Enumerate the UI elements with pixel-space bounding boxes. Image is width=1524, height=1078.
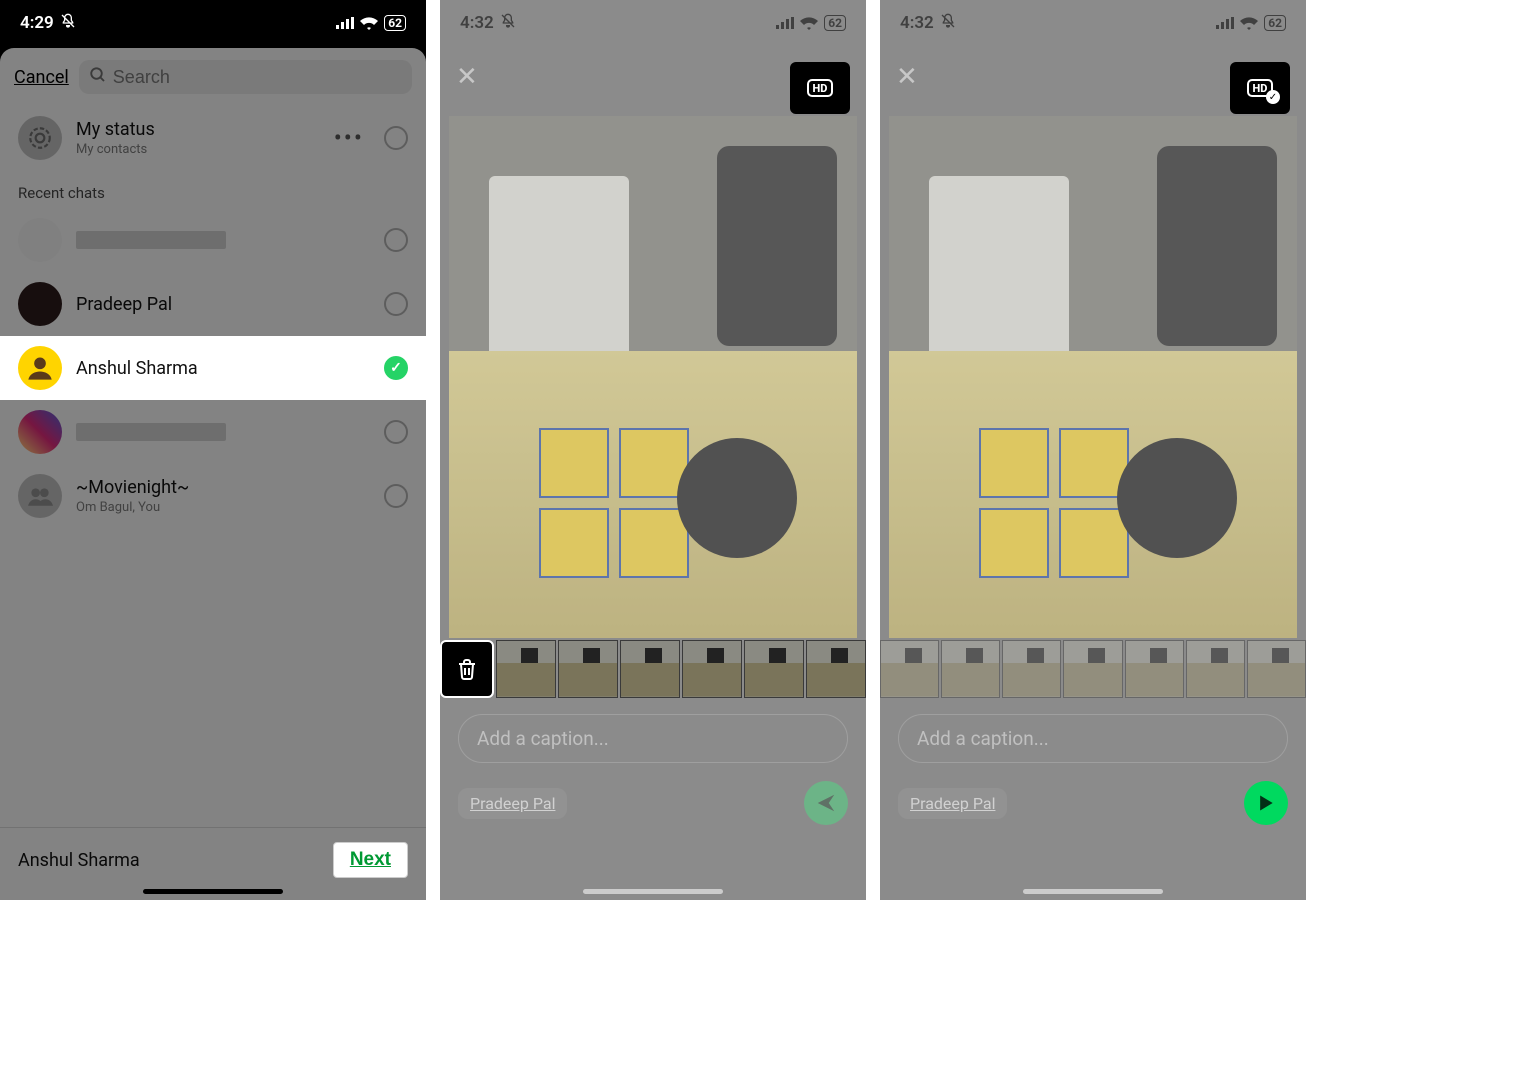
status-time: 4:29 bbox=[20, 13, 54, 33]
thumbnail[interactable] bbox=[1125, 640, 1184, 698]
delete-media-button[interactable] bbox=[440, 640, 494, 698]
chat-row[interactable] bbox=[0, 400, 426, 464]
status-time: 4:32 bbox=[460, 13, 494, 33]
status-time: 4:32 bbox=[900, 13, 934, 33]
caption-input[interactable]: Add a caption... bbox=[898, 714, 1288, 763]
thumbnail[interactable] bbox=[682, 640, 742, 698]
chat-row[interactable]: ~Movienight~ Om Bagul, You bbox=[0, 464, 426, 528]
contact-avatar bbox=[18, 282, 62, 326]
status-avatar-icon bbox=[18, 116, 62, 160]
chat-row-selected[interactable]: Anshul Sharma ✓ bbox=[0, 336, 426, 400]
thumbnail[interactable] bbox=[880, 640, 939, 698]
battery-level: 62 bbox=[824, 15, 846, 31]
contact-radio[interactable] bbox=[384, 292, 408, 316]
recipient-chip[interactable]: Pradeep Pal bbox=[458, 788, 567, 819]
search-input[interactable] bbox=[113, 67, 402, 88]
battery-level: 62 bbox=[384, 15, 406, 31]
thumbnail[interactable] bbox=[744, 640, 804, 698]
thumbnail[interactable] bbox=[806, 640, 866, 698]
close-button[interactable]: ✕ bbox=[896, 62, 918, 92]
share-sheet: Cancel My status My contacts ••• bbox=[0, 48, 426, 900]
hd-quality-button[interactable]: HD bbox=[790, 62, 850, 114]
wifi-icon bbox=[1240, 17, 1258, 30]
home-indicator bbox=[1023, 889, 1163, 894]
status-bar: 4:29 62 bbox=[0, 0, 426, 46]
contact-avatar bbox=[18, 346, 62, 390]
send-button[interactable] bbox=[1244, 781, 1288, 825]
thumbnail[interactable] bbox=[496, 640, 556, 698]
cell-signal-icon bbox=[776, 17, 794, 29]
caption-input[interactable]: Add a caption... bbox=[458, 714, 848, 763]
hd-checked-icon: ✓ bbox=[1266, 90, 1280, 104]
thumbnail[interactable] bbox=[941, 640, 1000, 698]
more-menu-icon[interactable]: ••• bbox=[334, 124, 364, 152]
wifi-icon bbox=[360, 17, 378, 30]
cell-signal-icon bbox=[336, 17, 354, 29]
recent-chats-label: Recent chats bbox=[0, 170, 426, 208]
close-button[interactable]: ✕ bbox=[456, 62, 478, 92]
contact-name: Anshul Sharma bbox=[76, 358, 370, 379]
contact-avatar bbox=[18, 218, 62, 262]
wifi-icon bbox=[800, 17, 818, 30]
recipient-chip[interactable]: Pradeep Pal bbox=[898, 788, 1007, 819]
my-status-row[interactable]: My status My contacts ••• bbox=[0, 106, 426, 170]
status-bar: 4:32 62 bbox=[440, 0, 866, 46]
thumbnail[interactable] bbox=[558, 640, 618, 698]
media-thumbnail-strip[interactable] bbox=[440, 640, 866, 698]
chat-row[interactable] bbox=[0, 208, 426, 272]
contact-radio[interactable] bbox=[384, 420, 408, 444]
cancel-button[interactable]: Cancel bbox=[14, 67, 69, 88]
home-indicator bbox=[143, 889, 283, 894]
battery-level: 62 bbox=[1264, 15, 1286, 31]
contact-radio-checked[interactable]: ✓ bbox=[384, 356, 408, 380]
media-thumbnail-strip[interactable] bbox=[880, 640, 1306, 698]
media-preview[interactable] bbox=[449, 116, 857, 638]
my-status-subtitle: My contacts bbox=[76, 142, 320, 157]
contact-name: Pradeep Pal bbox=[76, 294, 370, 315]
cell-signal-icon bbox=[1216, 17, 1234, 29]
thumbnail[interactable] bbox=[1186, 640, 1245, 698]
chat-row[interactable]: Pradeep Pal bbox=[0, 272, 426, 336]
search-field[interactable] bbox=[79, 60, 412, 94]
media-preview[interactable] bbox=[889, 116, 1297, 638]
hd-icon: HD bbox=[807, 79, 834, 97]
bell-mute-icon bbox=[500, 13, 516, 34]
contact-name: ~Movienight~ bbox=[76, 477, 370, 498]
phone-media-preview-hd-on: 4:32 62 ✕ HD ✓ bbox=[880, 0, 1306, 900]
redacted-name bbox=[76, 231, 226, 249]
send-button[interactable] bbox=[804, 781, 848, 825]
contact-sub: Om Bagul, You bbox=[76, 500, 370, 515]
thumbnail[interactable] bbox=[1063, 640, 1122, 698]
next-button[interactable]: Next bbox=[333, 842, 408, 878]
thumbnail[interactable] bbox=[1002, 640, 1061, 698]
group-avatar-icon bbox=[18, 474, 62, 518]
my-status-title: My status bbox=[76, 119, 320, 140]
contact-radio[interactable] bbox=[384, 484, 408, 508]
thumbnail[interactable] bbox=[1247, 640, 1306, 698]
selected-name: Anshul Sharma bbox=[18, 850, 140, 871]
search-icon bbox=[89, 66, 107, 88]
contact-avatar bbox=[18, 410, 62, 454]
bell-mute-icon bbox=[60, 13, 76, 34]
bell-mute-icon bbox=[940, 13, 956, 34]
thumbnail[interactable] bbox=[620, 640, 680, 698]
redacted-name bbox=[76, 423, 226, 441]
contact-radio[interactable] bbox=[384, 228, 408, 252]
home-indicator bbox=[583, 889, 723, 894]
status-bar: 4:32 62 bbox=[880, 0, 1306, 46]
my-status-radio[interactable] bbox=[384, 126, 408, 150]
phone-media-preview-hd-off: 4:32 62 ✕ HD bbox=[440, 0, 866, 900]
hd-quality-button[interactable]: HD ✓ bbox=[1230, 62, 1290, 114]
phone-share-sheet: 4:29 62 Cancel bbox=[0, 0, 426, 900]
